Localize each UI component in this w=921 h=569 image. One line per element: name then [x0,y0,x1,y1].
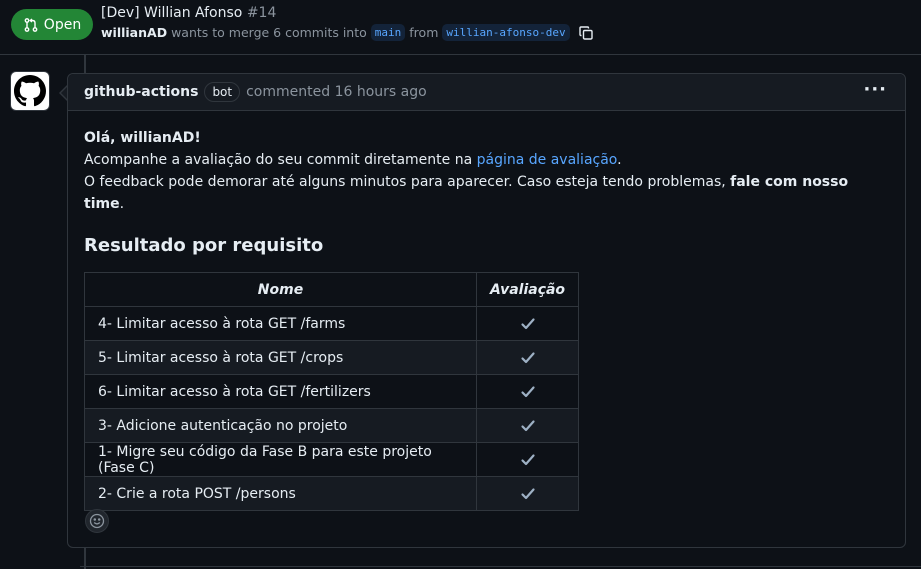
check-icon [475,442,580,477]
comment-box: github-actions bot commented 16 hours ag… [67,73,906,548]
more-options-icon[interactable]: ··· [863,81,887,99]
pr-state-badge: Open [11,9,93,40]
pr-meta: willianAD wants to merge 6 commits into … [101,24,594,41]
feedback-line-text: O feedback pode demorar até alguns minut… [84,174,731,190]
check-icon [475,476,580,511]
results-heading: Resultado por requisito [84,235,324,256]
pr-title: [Dev] Willian Afonso #14 [101,5,276,21]
evaluation-line-end: . [617,152,622,168]
results-table: Nome Avaliação 4- Limitar acesso à rota … [84,272,580,511]
table-row: 4- Limitar acesso à rota GET /farms [84,306,580,341]
github-logo-icon [14,75,46,107]
requirement-name: 2- Crie a rota POST /persons [84,476,477,511]
merge-text: wants to merge 6 commits into [171,25,367,40]
comment-header: github-actions bot commented 16 hours ag… [68,74,905,111]
check-icon [475,374,580,409]
table-row: 5- Limitar acesso à rota GET /crops [84,340,580,375]
base-branch[interactable]: main [370,24,406,41]
table-row: 1- Migre seu código da Fase B para este … [84,442,580,477]
comment-time[interactable]: commented 16 hours ago [246,84,427,100]
head-branch[interactable]: willian-afonso-dev [442,24,570,41]
pr-state-label: Open [43,16,82,33]
requirement-name: 4- Limitar acesso à rota GET /farms [84,306,477,341]
bot-badge: bot [204,82,241,102]
evaluation-page-link[interactable]: página de avaliação [477,152,618,168]
requirement-name: 6- Limitar acesso à rota GET /fertilizer… [84,374,477,409]
requirement-name: 1- Migre seu código da Fase B para este … [84,442,477,477]
pr-number: #14 [246,5,277,21]
pr-title-text: [Dev] Willian Afonso [101,5,243,21]
table-row: 6- Limitar acesso à rota GET /fertilizer… [84,374,580,409]
from-text: from [409,25,439,40]
smiley-icon [89,513,105,529]
avatar[interactable] [10,71,50,111]
timeline-divider [80,566,921,567]
add-reaction-button[interactable] [85,509,109,533]
feedback-line: O feedback pode demorar até alguns minut… [84,171,889,215]
requirement-name: 5- Limitar acesso à rota GET /crops [84,340,477,375]
pr-author-link[interactable]: willianAD [101,25,167,40]
evaluation-line-text: Acompanhe a avaliação do seu commit dire… [84,152,477,168]
comment-body: Olá, willianAD! Acompanhe a avaliação do… [68,111,905,511]
check-icon [475,408,580,443]
feedback-line-end: . [119,196,125,212]
check-icon [475,306,580,341]
requirement-name: 3- Adicione autenticação no projeto [84,408,477,443]
check-icon [475,340,580,375]
table-row: 2- Crie a rota POST /persons [84,476,580,511]
pull-request-icon [24,17,38,32]
table-row: 3- Adicione autenticação no projeto [84,408,580,443]
table-header-row: Nome Avaliação [84,272,580,307]
greeting: Olá, willianAD! [84,130,201,146]
pr-header: Open [Dev] Willian Afonso #14 willianAD … [0,0,921,55]
evaluation-line: Acompanhe a avaliação do seu commit dire… [84,149,889,171]
column-header-name: Nome [84,272,477,307]
copy-icon[interactable] [578,25,594,41]
commenter-name[interactable]: github-actions [84,84,198,100]
column-header-evaluation: Avaliação [475,272,580,307]
